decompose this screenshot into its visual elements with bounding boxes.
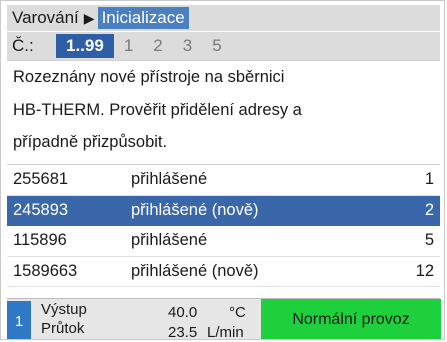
breadcrumb-current: Inicializace — [97, 7, 189, 29]
device-address: 2 — [424, 200, 434, 219]
device-id: 245893 — [13, 200, 69, 219]
device-status: přihlášené (nově) — [131, 200, 259, 219]
device-address: 12 — [415, 261, 434, 280]
tab-range-1[interactable]: 1 — [114, 34, 143, 58]
range-prefix-label: Č.: — [12, 36, 34, 55]
message-line: Rozeznány nové přístroje na sběrnici — [13, 68, 285, 86]
device-row[interactable]: 115896 přihlášené 5 — [7, 226, 440, 257]
output-value: 40.0 — [168, 304, 198, 321]
breadcrumb: Varování ▶ Inicializace — [7, 5, 440, 31]
device-id: 115896 — [13, 231, 67, 250]
output-unit: °C — [229, 304, 246, 321]
tab-range-all[interactable]: 1..99 — [56, 34, 114, 58]
device-row[interactable]: 255681 přihlášené 1 — [7, 165, 440, 196]
flow-unit: L/min — [207, 324, 244, 340]
device-row[interactable]: 1589663 přihlášené (nově) 12 — [7, 257, 440, 287]
operating-mode-indicator[interactable]: Normální provoz — [261, 299, 441, 339]
device-row-selected[interactable]: 245893 přihlášené (nově) 2 — [7, 195, 440, 226]
device-address: 1 — [424, 170, 434, 189]
range-tabs: Č.: 1..99 1 2 3 5 — [7, 32, 440, 60]
flow-value: 23.5 — [168, 324, 198, 340]
tab-range-3[interactable]: 3 — [173, 34, 202, 58]
info-message: Rozeznány nové přístroje na sběrnici HB-… — [7, 60, 440, 159]
device-status: přihlášené — [131, 170, 208, 189]
message-line: HB-THERM. Prověřit přidělení adresy a — [13, 100, 302, 119]
status-bar: 1 Výstup Průtok 40.0 °C 23.5 L/min Normá… — [7, 298, 441, 340]
flow-label: Průtok — [41, 320, 85, 337]
device-id: 255681 — [13, 170, 69, 189]
unit-number-badge[interactable]: 1 — [7, 301, 31, 339]
device-status: přihlášené — [131, 231, 208, 250]
message-line: případně přizpůsobit. — [13, 133, 168, 151]
device-status: přihlášené (nově) — [131, 261, 259, 280]
tab-range-5[interactable]: 5 — [202, 34, 231, 58]
screen-frame: Varování ▶ Inicializace Č.: 1..99 1 2 3 … — [0, 0, 445, 340]
device-id: 1589663 — [13, 261, 78, 280]
device-address: 5 — [424, 231, 434, 250]
breadcrumb-separator-icon: ▶ — [83, 9, 95, 26]
device-table: 255681 přihlášené 1 245893 přihlášené (n… — [7, 164, 440, 287]
tab-range-2[interactable]: 2 — [143, 34, 172, 58]
breadcrumb-parent[interactable]: Varování — [7, 8, 79, 28]
output-label: Výstup — [41, 301, 87, 318]
